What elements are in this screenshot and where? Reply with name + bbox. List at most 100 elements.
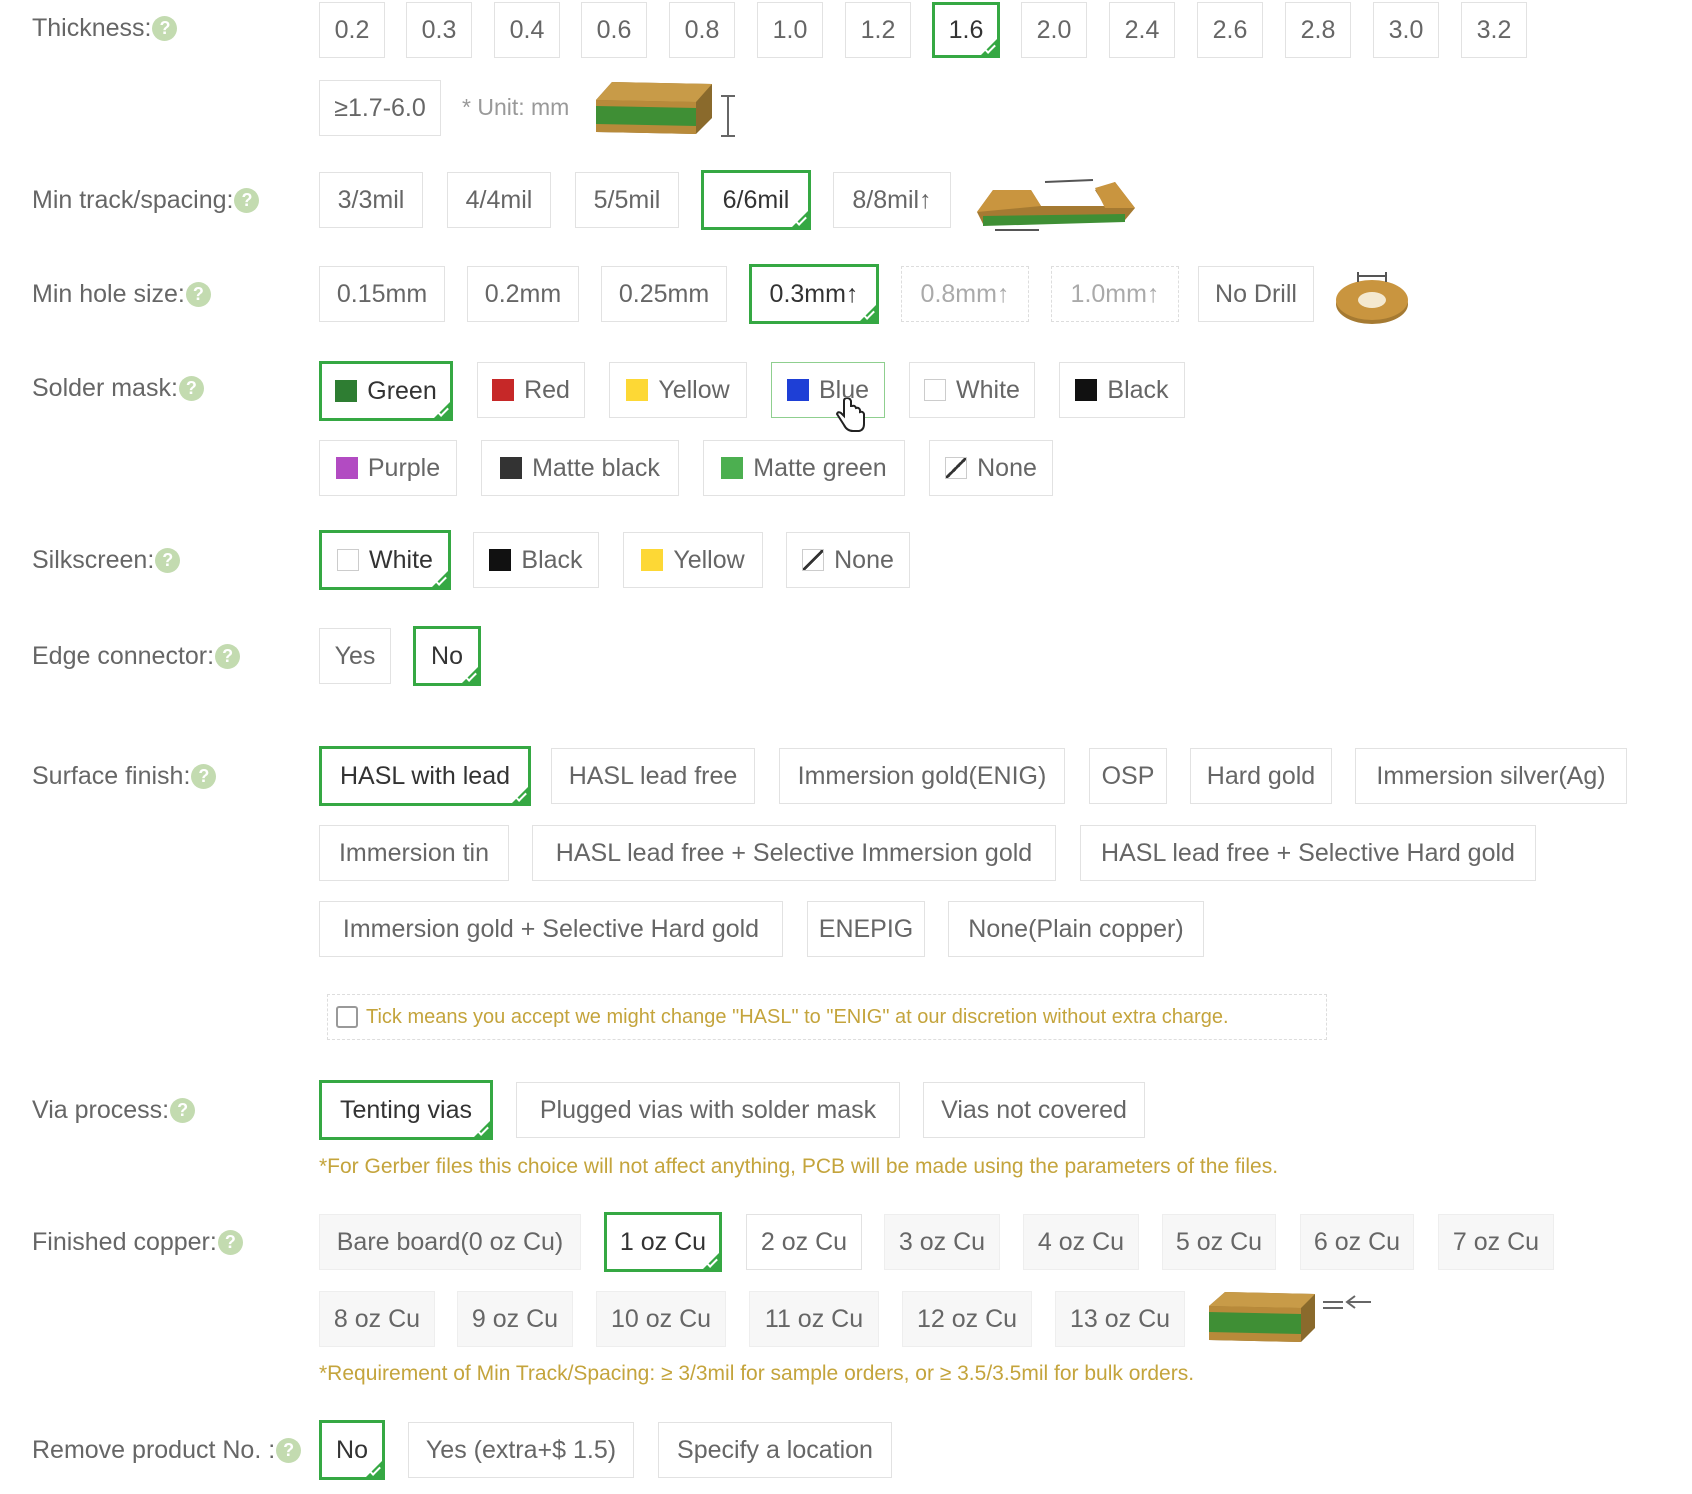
silkscreen-yellow[interactable]: Yellow xyxy=(623,532,763,588)
remove-product-no-yes[interactable]: Yes (extra+$ 1.5) xyxy=(408,1422,634,1478)
track-option-5-5mil[interactable]: 5/5mil xyxy=(575,172,679,228)
finished-copper-row: Finished copper:? Bare board(0 oz Cu) 1 … xyxy=(0,1212,1692,1392)
finished-copper-label: Finished copper:? xyxy=(32,1228,243,1257)
copper-2oz[interactable]: 2 oz Cu xyxy=(746,1214,862,1270)
edge-connector-yes[interactable]: Yes xyxy=(319,628,391,684)
solder-mask-white[interactable]: White xyxy=(909,362,1035,418)
finish-immersion-silver[interactable]: Immersion silver(Ag) xyxy=(1355,748,1627,804)
solder-mask-black[interactable]: Black xyxy=(1059,362,1185,418)
swatch-none-icon xyxy=(802,549,825,571)
solder-mask-purple[interactable]: Purple xyxy=(319,440,457,496)
finish-hard-gold[interactable]: Hard gold xyxy=(1190,748,1332,804)
help-icon[interactable]: ? xyxy=(234,188,260,213)
solder-mask-yellow[interactable]: Yellow xyxy=(609,362,747,418)
hole-option-0-2mm[interactable]: 0.2mm xyxy=(467,266,579,322)
finish-hasl-lf-selective-hg[interactable]: HASL lead free + Selective Hard gold xyxy=(1080,825,1536,881)
solder-mask-matte-black[interactable]: Matte black xyxy=(481,440,679,496)
copper-8oz[interactable]: 8 oz Cu xyxy=(319,1291,435,1347)
surface-finish-label: Surface finish:? xyxy=(32,762,217,791)
copper-3oz[interactable]: 3 oz Cu xyxy=(884,1214,1000,1270)
help-icon[interactable]: ? xyxy=(178,376,204,401)
hole-option-0-3mm[interactable]: 0.3mm↑ xyxy=(749,264,879,324)
thickness-label: Thickness:? xyxy=(32,14,178,43)
thickness-option-1-2[interactable]: 1.2 xyxy=(845,2,911,58)
copper-13oz[interactable]: 13 oz Cu xyxy=(1055,1291,1185,1347)
track-option-6-6mil[interactable]: 6/6mil xyxy=(701,170,811,230)
copper-5oz[interactable]: 5 oz Cu xyxy=(1162,1214,1276,1270)
copper-10oz[interactable]: 10 oz Cu xyxy=(596,1291,726,1347)
finish-ig-selective-hg[interactable]: Immersion gold + Selective Hard gold xyxy=(319,901,783,957)
track-option-8-8mil[interactable]: 8/8mil↑ xyxy=(833,172,951,228)
consent-checkbox[interactable] xyxy=(336,1006,358,1028)
edge-connector-no[interactable]: No xyxy=(413,626,481,686)
finish-plain-copper[interactable]: None(Plain copper) xyxy=(948,901,1204,957)
remove-product-no-no[interactable]: No xyxy=(319,1420,385,1480)
thickness-option-3-0[interactable]: 3.0 xyxy=(1373,2,1439,58)
silkscreen-none[interactable]: None xyxy=(786,532,910,588)
help-icon[interactable]: ? xyxy=(276,1438,302,1463)
copper-bare-board[interactable]: Bare board(0 oz Cu) xyxy=(319,1214,581,1270)
thickness-option-1-0[interactable]: 1.0 xyxy=(757,2,823,58)
silkscreen-label: Silkscreen:? xyxy=(32,546,181,575)
remove-product-no-specify[interactable]: Specify a location xyxy=(658,1422,892,1478)
via-plugged[interactable]: Plugged vias with solder mask xyxy=(516,1082,900,1138)
help-icon[interactable]: ? xyxy=(191,764,217,789)
swatch-blue xyxy=(786,379,809,401)
thickness-option-2-4[interactable]: 2.4 xyxy=(1109,2,1175,58)
copper-1oz[interactable]: 1 oz Cu xyxy=(604,1212,722,1272)
swatch-black xyxy=(489,549,512,571)
help-icon[interactable]: ? xyxy=(152,16,178,41)
copper-9oz[interactable]: 9 oz Cu xyxy=(457,1291,573,1347)
thickness-option-3-2[interactable]: 3.2 xyxy=(1461,2,1527,58)
copper-11oz[interactable]: 11 oz Cu xyxy=(749,1291,879,1347)
thickness-option-0-8[interactable]: 0.8 xyxy=(669,2,735,58)
swatch-yellow xyxy=(641,549,664,571)
track-option-3-3mil[interactable]: 3/3mil xyxy=(319,172,423,228)
via-not-covered[interactable]: Vias not covered xyxy=(923,1082,1145,1138)
finish-hasl-lf-selective-ig[interactable]: HASL lead free + Selective Immersion gol… xyxy=(532,825,1056,881)
help-icon[interactable]: ? xyxy=(170,1098,196,1123)
thickness-option-2-6[interactable]: 2.6 xyxy=(1197,2,1263,58)
solder-mask-red[interactable]: Red xyxy=(477,362,585,418)
thickness-option-custom[interactable]: ≥1.7-6.0 xyxy=(319,80,441,136)
solder-mask-blue[interactable]: Blue xyxy=(771,362,885,418)
thickness-option-0-3[interactable]: 0.3 xyxy=(406,2,472,58)
silkscreen-row: Silkscreen:? White Black Yellow None xyxy=(0,530,1692,600)
thickness-option-1-6[interactable]: 1.6 xyxy=(932,2,1000,58)
finish-hasl-lead-free[interactable]: HASL lead free xyxy=(551,748,755,804)
silkscreen-white[interactable]: White xyxy=(319,530,451,590)
hole-option-no-drill[interactable]: No Drill xyxy=(1198,266,1314,322)
copper-6oz[interactable]: 6 oz Cu xyxy=(1300,1214,1414,1270)
hasl-enig-consent[interactable]: Tick means you accept we might change "H… xyxy=(327,994,1327,1040)
finish-enig[interactable]: Immersion gold(ENIG) xyxy=(779,748,1065,804)
consent-text: Tick means you accept we might change "H… xyxy=(366,1005,1229,1028)
via-process-row: Via process:? Tenting vias Plugged vias … xyxy=(0,1080,1692,1190)
thickness-option-2-8[interactable]: 2.8 xyxy=(1285,2,1351,58)
solder-mask-matte-green[interactable]: Matte green xyxy=(703,440,905,496)
thickness-option-0-6[interactable]: 0.6 xyxy=(581,2,647,58)
copper-12oz[interactable]: 12 oz Cu xyxy=(902,1291,1032,1347)
finish-immersion-tin[interactable]: Immersion tin xyxy=(319,825,509,881)
hole-option-0-8mm[interactable]: 0.8mm↑ xyxy=(901,266,1029,322)
thickness-option-2-0[interactable]: 2.0 xyxy=(1021,2,1087,58)
thickness-row: Thickness:? 0.2 0.3 0.4 0.6 0.8 1.0 1.2 … xyxy=(0,0,1692,150)
finish-osp[interactable]: OSP xyxy=(1089,748,1167,804)
hole-option-0-25mm[interactable]: 0.25mm xyxy=(601,266,727,322)
solder-mask-none[interactable]: None xyxy=(929,440,1053,496)
help-icon[interactable]: ? xyxy=(217,1230,243,1255)
finish-hasl-with-lead[interactable]: HASL with lead xyxy=(319,746,531,806)
via-tenting[interactable]: Tenting vias xyxy=(319,1080,493,1140)
help-icon[interactable]: ? xyxy=(155,548,181,573)
thickness-option-0-2[interactable]: 0.2 xyxy=(319,2,385,58)
hole-option-0-15mm[interactable]: 0.15mm xyxy=(319,266,445,322)
finish-enepig[interactable]: ENEPIG xyxy=(807,901,925,957)
thickness-option-0-4[interactable]: 0.4 xyxy=(494,2,560,58)
copper-7oz[interactable]: 7 oz Cu xyxy=(1438,1214,1554,1270)
hole-option-1-0mm[interactable]: 1.0mm↑ xyxy=(1051,266,1179,322)
solder-mask-green[interactable]: Green xyxy=(319,361,453,421)
silkscreen-black[interactable]: Black xyxy=(473,532,599,588)
help-icon[interactable]: ? xyxy=(185,282,211,307)
help-icon[interactable]: ? xyxy=(215,644,241,669)
copper-4oz[interactable]: 4 oz Cu xyxy=(1023,1214,1139,1270)
track-option-4-4mil[interactable]: 4/4mil xyxy=(447,172,551,228)
